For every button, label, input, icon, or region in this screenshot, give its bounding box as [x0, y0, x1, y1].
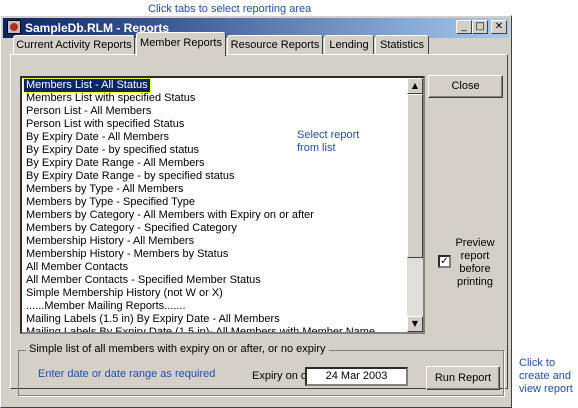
list-item[interactable]: Members by Category - Specified Category [24, 222, 239, 235]
list-item[interactable]: Members List - All Status [23, 78, 151, 93]
scroll-thumb[interactable] [407, 94, 423, 258]
list-item[interactable]: Members by Category - All Members with E… [24, 209, 316, 222]
list-item[interactable]: By Expiry Date - All Members [24, 131, 171, 144]
close-window-button[interactable]: ✕ [491, 20, 507, 34]
list-item[interactable]: Membership History - All Members [24, 235, 196, 248]
close-button[interactable]: Close [428, 75, 503, 98]
list-item[interactable]: Members by Type - All Members [24, 183, 186, 196]
tab-lending[interactable]: Lending [324, 35, 374, 55]
list-item[interactable]: All Member Contacts [24, 261, 130, 274]
list-item[interactable]: Person List - All Members [24, 105, 153, 118]
report-listbox[interactable]: Members List - All Status Members List w… [20, 76, 425, 334]
maximize-button[interactable]: □ [472, 20, 488, 34]
scroll-up-icon[interactable]: ▲ [407, 78, 423, 94]
list-item[interactable]: ......Member Mailing Reports....... [24, 300, 188, 313]
tab-current-activity-reports[interactable]: Current Activity Reports [13, 35, 135, 55]
list-item[interactable]: Mailing Labels (1.5 in) By Expiry Date -… [24, 313, 282, 326]
list-item[interactable]: By Expiry Date Range - by specified stat… [24, 170, 236, 183]
list-item[interactable]: By Expiry Date - by specified status [24, 144, 201, 157]
tab-member-reports[interactable]: Member Reports [136, 32, 226, 56]
list-item[interactable]: Membership History - Members by Status [24, 248, 230, 261]
report-description: Simple list of all members with expiry o… [26, 343, 329, 355]
list-item[interactable]: By Expiry Date Range - All Members [24, 157, 207, 170]
tab-statistics[interactable]: Statistics [375, 35, 429, 55]
run-callout: Click to create and view report [519, 357, 573, 395]
expiry-date-input[interactable]: 24 Mar 2003 [305, 367, 408, 386]
scroll-down-icon[interactable]: ▼ [407, 316, 423, 332]
expiry-label: Expiry on or [252, 370, 311, 382]
list-item[interactable]: All Member Contacts - Specified Member S… [24, 274, 263, 287]
tab-resource-reports[interactable]: Resource Reports [227, 35, 323, 55]
list-item[interactable]: Mailing Labels By Expiry Date (1.5 in)- … [24, 326, 377, 332]
minimize-button[interactable]: _ [456, 20, 472, 34]
date-prompt: Enter date or date range as required [38, 368, 216, 380]
list-item[interactable]: Members List with specified Status [24, 92, 197, 105]
run-report-button[interactable]: Run Report [426, 366, 500, 390]
list-callout: Select report from list [297, 129, 360, 154]
list-scrollbar[interactable]: ▲ ▼ [407, 78, 423, 332]
preview-label: Preview report before printing [455, 237, 495, 288]
list-item[interactable]: Simple Membership History (not W or X) [24, 287, 225, 300]
app-icon [7, 20, 21, 34]
preview-checkbox[interactable]: ✓ [438, 255, 451, 268]
list-item[interactable]: Members by Type - Specified Type [24, 196, 197, 209]
list-item[interactable]: Person List with specified Status [24, 118, 186, 131]
